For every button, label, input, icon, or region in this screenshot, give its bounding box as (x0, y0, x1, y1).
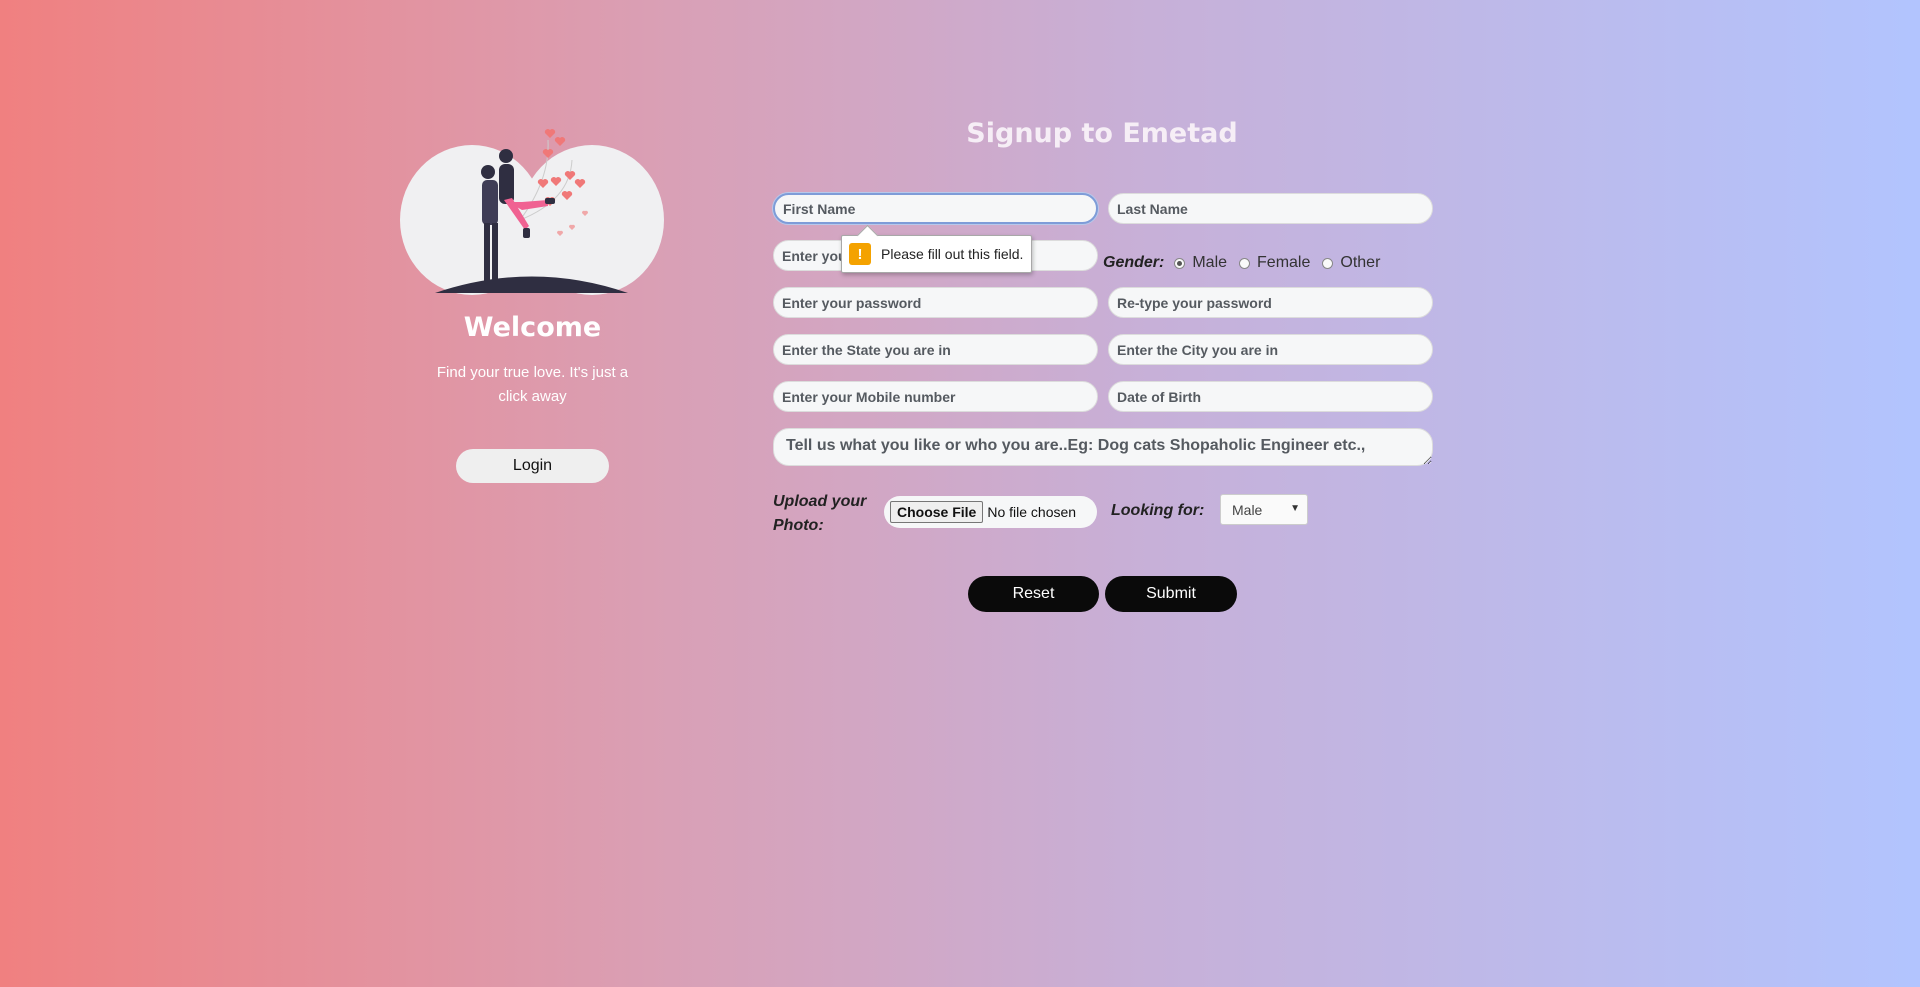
welcome-panel: Welcome Find your true love. It's just a… (400, 120, 665, 483)
validation-tooltip: ! Please fill out this field. (841, 235, 1033, 273)
gender-option-male[interactable]: Male (1174, 254, 1227, 272)
gender-option-label: Other (1340, 254, 1381, 271)
photo-file-input[interactable]: Choose File No file chosen (884, 496, 1097, 528)
login-button[interactable]: Login (456, 449, 609, 483)
date-of-birth-input[interactable] (1108, 381, 1433, 412)
welcome-title: Welcome (463, 312, 602, 343)
looking-for-value: Male (1232, 501, 1263, 518)
gender-group: Gender: Male Female Other (1103, 254, 1392, 272)
couple-illustration (400, 120, 665, 300)
radio-male[interactable] (1174, 257, 1186, 269)
city-input[interactable] (1108, 334, 1433, 365)
chevron-down-icon: ▼ (1290, 503, 1300, 514)
validation-message: Please fill out this field. (881, 246, 1024, 262)
gender-option-other[interactable]: Other (1322, 254, 1380, 272)
signup-title: Signup to Emetad (966, 118, 1238, 149)
upload-photo-label: Upload your Photo: (773, 493, 867, 534)
state-input[interactable] (773, 334, 1098, 365)
choose-file-button[interactable]: Choose File (890, 501, 984, 523)
looking-for-select[interactable]: Male ▼ (1220, 494, 1308, 525)
last-name-input[interactable] (1108, 193, 1433, 224)
mobile-input[interactable] (773, 381, 1098, 412)
first-name-input[interactable] (773, 193, 1098, 224)
welcome-subtitle: Find your true love. It's just a click a… (436, 364, 629, 405)
gender-option-label: Male (1192, 254, 1228, 271)
gender-option-female[interactable]: Female (1239, 254, 1310, 272)
gender-label: Gender: (1103, 254, 1165, 271)
radio-female[interactable] (1239, 257, 1251, 269)
submit-button[interactable]: Submit (1105, 576, 1237, 612)
looking-for-label: Looking for: (1111, 502, 1205, 519)
password-input[interactable] (773, 287, 1098, 318)
warning-icon: ! (849, 243, 871, 265)
reset-button[interactable]: Reset (968, 576, 1099, 612)
radio-other[interactable] (1322, 257, 1334, 269)
gender-option-label: Female (1257, 254, 1311, 271)
no-file-text: No file chosen (987, 504, 1077, 520)
retype-password-input[interactable] (1108, 287, 1433, 318)
about-textarea[interactable] (773, 428, 1433, 466)
